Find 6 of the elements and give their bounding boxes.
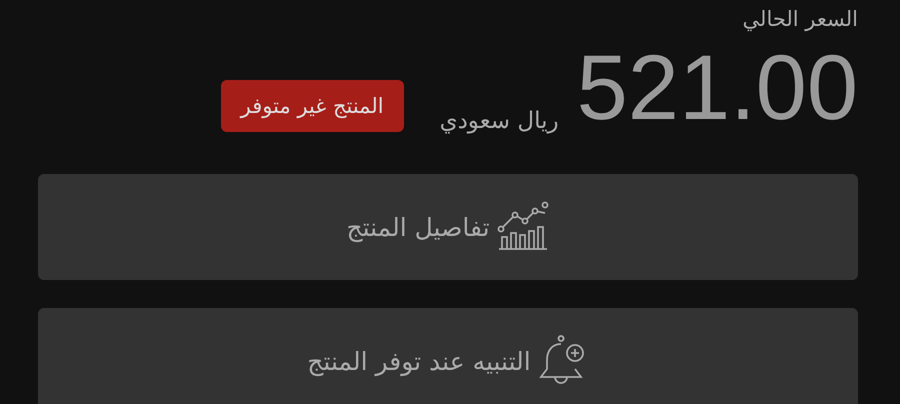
- currency-label: ريال سعودي: [440, 108, 559, 134]
- price-amount: 521.00: [576, 42, 858, 134]
- availability-badge: المنتج غير متوفر: [220, 80, 404, 132]
- price-label: السعر الحالي: [742, 6, 858, 34]
- action-button[interactable]: تفاصيل المنتج: [38, 174, 858, 280]
- action-button[interactable]: التنبيه عند توفر المنتج: [38, 308, 858, 404]
